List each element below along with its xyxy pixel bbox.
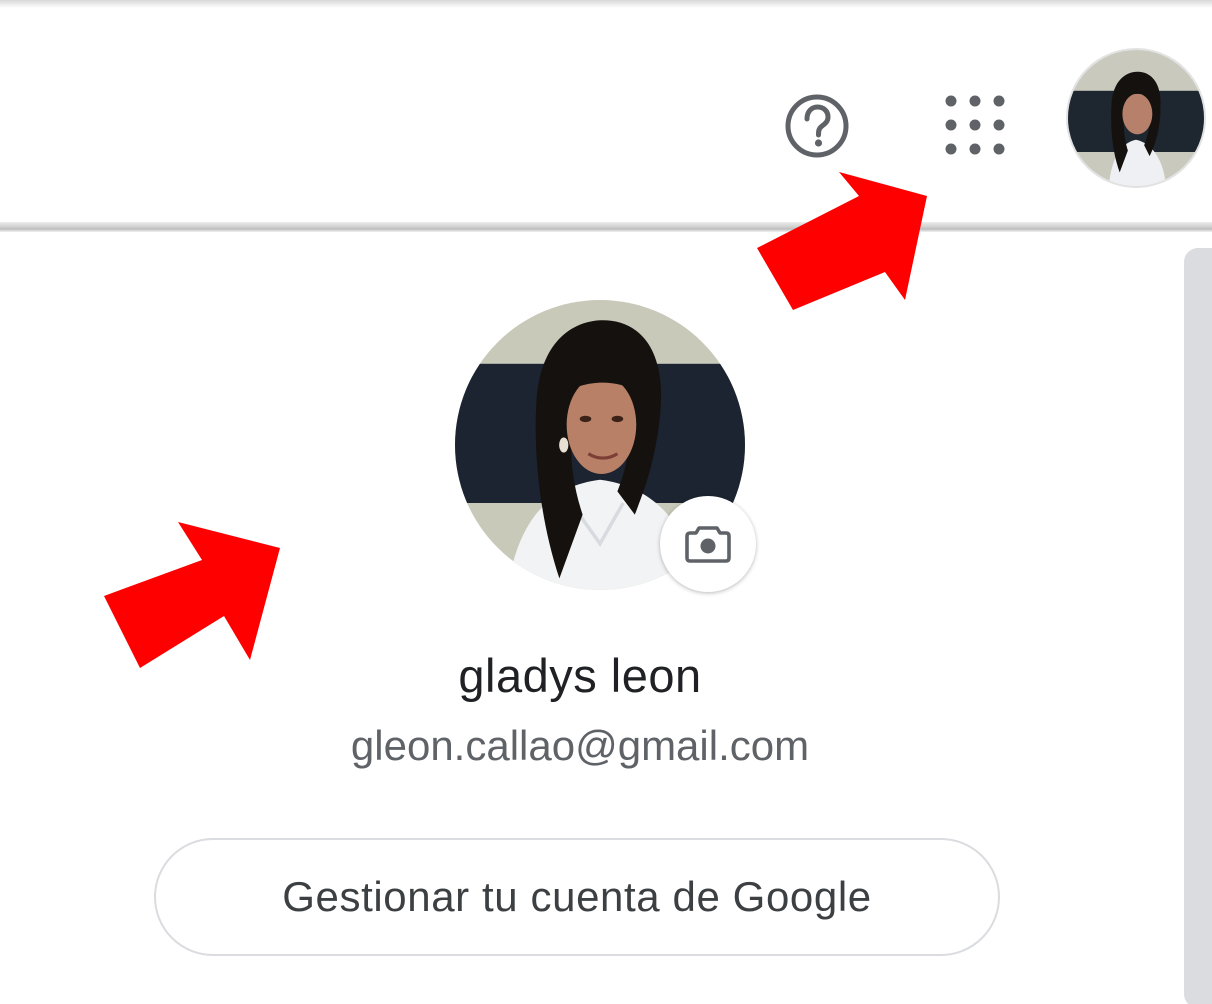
- avatar-photo: [1068, 50, 1204, 186]
- header-account-avatar[interactable]: [1068, 50, 1204, 186]
- change-photo-button[interactable]: [660, 496, 756, 592]
- top-header-bar: [0, 8, 1212, 228]
- window-top-border: [0, 0, 1212, 8]
- apps-grid-icon[interactable]: [940, 90, 1010, 160]
- help-icon[interactable]: [783, 92, 851, 160]
- manage-google-account-button[interactable]: Gestionar tu cuenta de Google: [154, 838, 1000, 956]
- annotation-arrow-left: [104, 522, 280, 668]
- google-account-screen: gladys leon gleon.callao@gmail.com Gesti…: [0, 0, 1212, 1004]
- account-email: gleon.callao@gmail.com: [350, 722, 810, 769]
- scrollbar-thumb[interactable]: [1184, 248, 1212, 1004]
- camera-icon: [685, 526, 731, 563]
- header-divider: [0, 222, 1212, 232]
- annotation-arrow-top: [757, 172, 927, 310]
